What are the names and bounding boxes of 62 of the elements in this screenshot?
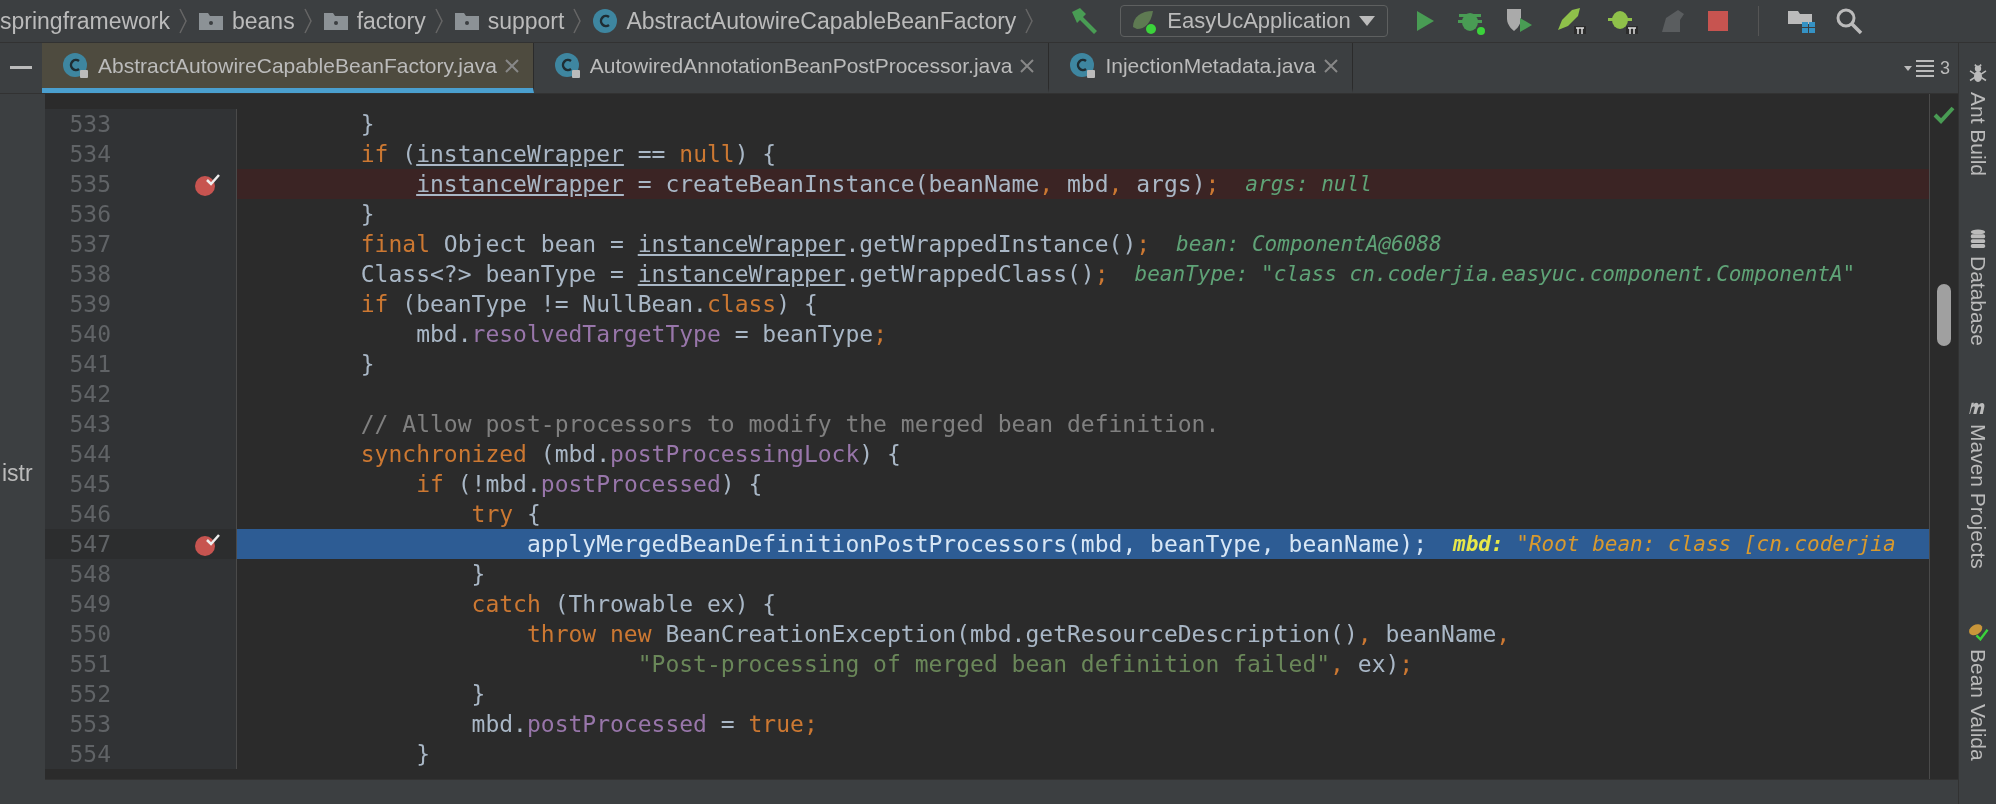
- close-icon[interactable]: [1323, 58, 1338, 73]
- code-text: final Object bean = instanceWrapper.getWrappedInstance();: [360, 230, 1151, 259]
- tool-window-button[interactable]: Maven Projects: [1965, 423, 1990, 569]
- panel-label: istr: [2, 460, 34, 487]
- line-number: 547: [68, 531, 111, 557]
- class-icon: [1069, 51, 1098, 80]
- code-text: if (beanType != NullBean.class) {: [360, 290, 818, 319]
- code-text: }: [360, 200, 375, 229]
- breadcrumb-item[interactable]: support: [487, 7, 565, 35]
- tool-window-button[interactable]: Ant Build: [1965, 91, 1990, 176]
- class-icon: [553, 51, 582, 80]
- code-text: instanceWrapper = createBeanInstance(beanName, mbd, args);: [416, 170, 1220, 199]
- code-text: mbd.resolvedTargetType = beanType;: [416, 320, 887, 349]
- inline-value-hint: beanType: "class cn.coderjia.easyuc.component.ComponentA": [1134, 261, 1856, 288]
- chevron-icon: [433, 7, 444, 35]
- search-icon[interactable]: [1834, 7, 1863, 35]
- breadcrumb-item[interactable]: AbstractAutowireCapableBeanFactory: [626, 7, 1017, 35]
- stop-icon[interactable]: [1705, 9, 1730, 33]
- folder-icon: [322, 11, 349, 31]
- code-text: "Post-processing of merged bean definition failed", ex);: [637, 650, 1414, 679]
- folder-grid-icon[interactable]: [1786, 8, 1817, 34]
- code-text: throw new BeanCreationException(mbd.getResourceDescription(), beanName,: [526, 620, 1511, 649]
- code-text: // Allow post-processors to modify the merged bean definition.: [360, 410, 1220, 439]
- minus-icon[interactable]: [10, 66, 32, 70]
- chevron-icon: [1024, 7, 1035, 35]
- folder-icon: [198, 11, 224, 31]
- inline-value-hint: mbd: "Root bean: class [cn.coderjia: [1453, 531, 1896, 558]
- editor-tab[interactable]: AbstractAutowireCapableBeanFactory.java: [42, 43, 534, 93]
- code-text: Class<?> beanType = instanceWrapper.getWrappedClass();: [360, 260, 1109, 289]
- chevron-icon: [572, 7, 583, 35]
- check-icon: [1933, 106, 1955, 124]
- code-text: synchronized (mbd.postProcessingLock) {: [360, 440, 901, 469]
- caret-icon: [1358, 16, 1375, 26]
- code-text: if (instanceWrapper == null) {: [360, 140, 777, 169]
- code-text: mbd.postProcessed = true;: [471, 710, 818, 739]
- run-configuration-dropdown[interactable]: EasyUcApplication: [1120, 5, 1388, 37]
- code-text: applyMergedBeanDefinitionPostProcessors(mbd, beanType, beanName);: [526, 530, 1428, 559]
- code-text: catch (Throwable ex) {: [471, 590, 777, 619]
- code-text: }: [416, 740, 430, 769]
- code-text: }: [360, 110, 375, 139]
- close-icon[interactable]: [504, 58, 519, 73]
- breadcrumb-item[interactable]: factory: [356, 7, 426, 35]
- close-icon[interactable]: [1020, 58, 1035, 73]
- inline-value-hint: bean: ComponentA@6088: [1176, 231, 1442, 258]
- tab-list-icon[interactable]: [1904, 58, 1936, 78]
- breadcrumb-item[interactable]: beans: [232, 7, 295, 35]
- code-text: try {: [471, 500, 541, 529]
- tab-count: 3: [1940, 57, 1950, 79]
- chevron-icon: [302, 7, 313, 35]
- inline-value-hint: args: null: [1245, 171, 1372, 198]
- code-text: }: [471, 680, 486, 709]
- breadcrumb-item[interactable]: springframework: [0, 7, 170, 35]
- folder-icon: [453, 11, 480, 31]
- code-text: if (!mbd.postProcessed) {: [416, 470, 763, 499]
- code-text: }: [471, 560, 486, 589]
- code-text: }: [360, 350, 375, 379]
- tool-window-button[interactable]: Bean Valida: [1965, 649, 1990, 761]
- tool-window-button[interactable]: Database: [1965, 256, 1990, 347]
- class-icon: [62, 51, 90, 80]
- scrollbar-thumb[interactable]: [1937, 284, 1951, 346]
- class-icon: [592, 8, 619, 34]
- chevron-icon: [178, 7, 188, 35]
